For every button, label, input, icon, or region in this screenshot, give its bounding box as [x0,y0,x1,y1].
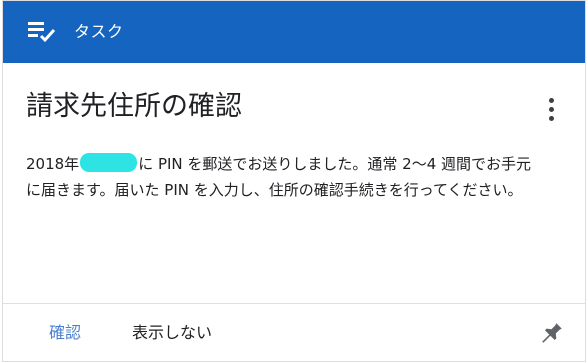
confirm-button[interactable]: 確認 [49,321,81,345]
more-options-button[interactable] [539,93,563,125]
body-line1-text: に PIN を郵送でお送りしました。通常 2～4 週間でお手元 [138,155,532,173]
pin-icon[interactable] [539,320,565,346]
more-vert-icon-dot [548,106,554,112]
redacted-date-block [80,153,138,172]
task-header: タスク [3,1,585,63]
task-header-label: タスク [74,22,124,41]
body-date-prefix: 2018年 [26,155,80,173]
card-body-text: 2018年 に PIN を郵送でお送りしました。通常 2～4 週間でお手元に届きま… [26,151,571,203]
actions-divider [3,303,585,304]
dismiss-button[interactable]: 表示しない [132,321,212,345]
more-vert-icon-dot [548,115,554,121]
body-line2-text: に届きます。届いた PIN を入力し、住所の確認手続きを行ってください。 [26,181,523,199]
billing-address-task-card: タスク 請求先住所の確認 2018年 に PIN を郵送でお送りしました。通常 2… [2,0,586,362]
task-checklist-icon [28,22,56,43]
more-vert-icon [548,97,554,103]
card-title: 請求先住所の確認 [26,91,242,122]
